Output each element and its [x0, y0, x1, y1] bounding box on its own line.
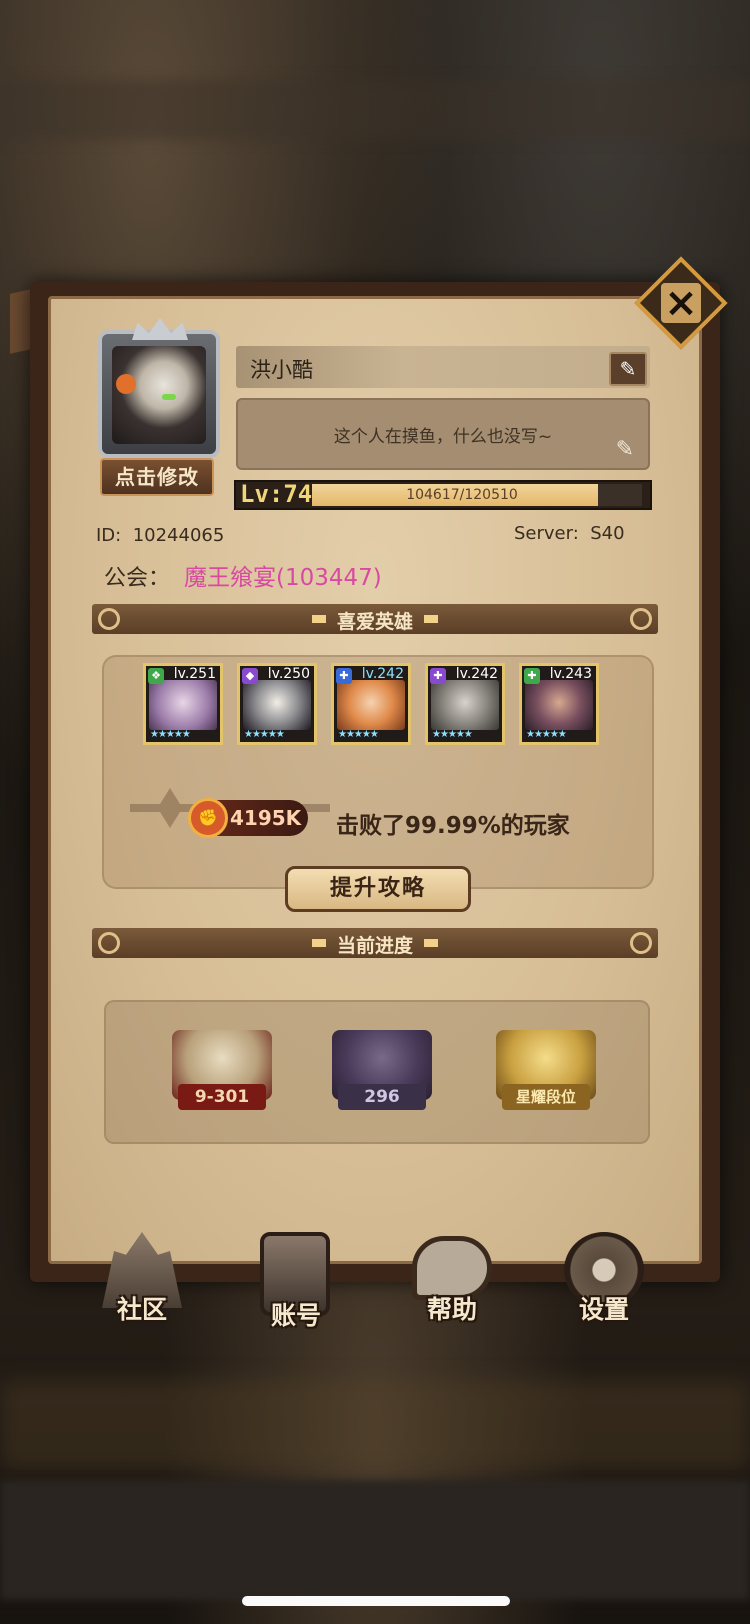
light-element-icon: ✚: [336, 668, 352, 684]
level-label: Lv:74: [240, 480, 313, 508]
hero-level: lv.251: [173, 666, 216, 682]
level-bar: Lv:74 104617/120510: [234, 480, 652, 510]
progress-title: 当前进度: [336, 935, 413, 957]
server: Server: S40: [514, 523, 625, 544]
close-icon: ×: [661, 280, 701, 326]
id-value: 10244065: [132, 525, 225, 546]
exp-text: 104617/120510: [406, 487, 518, 503]
edit-avatar-button[interactable]: 点击修改: [100, 458, 214, 496]
hero-stars: ★★★★★: [244, 729, 285, 740]
signature-text: 这个人在摸鱼，什么也没写~: [333, 427, 553, 447]
hero-portrait: [525, 680, 593, 730]
hero-card[interactable]: ◆ lv.250 ★★★★★: [237, 663, 317, 745]
nav-settings-label: 设置: [578, 1295, 629, 1324]
avatar-portrait: [112, 346, 206, 444]
arena-progress[interactable]: 星耀段位: [476, 1030, 616, 1116]
diamond-ornament-icon: [424, 615, 438, 623]
server-value: S40: [590, 523, 625, 544]
server-label: Server:: [514, 523, 579, 544]
nav-settings[interactable]: 设置: [554, 1232, 654, 1332]
hero-level: lv.242: [455, 666, 498, 682]
edit-name-button[interactable]: ✎: [609, 352, 647, 386]
curl-ornament-icon: [630, 608, 652, 630]
hero-level: lv.242: [361, 666, 404, 682]
nav-account-label: 账号: [270, 1301, 321, 1330]
background-top-bar: [0, 80, 750, 140]
favorite-heroes-title: 喜爱英雄: [336, 611, 413, 633]
hero-portrait: [149, 680, 217, 730]
hero-portrait: [431, 680, 499, 730]
guild-label: 公会：: [104, 566, 171, 591]
wind-element-icon: ✚: [524, 668, 540, 684]
hero-stars: ★★★★★: [150, 729, 191, 740]
signature-box[interactable]: 这个人在摸鱼，什么也没写~ ✎: [236, 398, 650, 470]
background-bottom-bar: [0, 1480, 750, 1600]
hero-card[interactable]: ✚ lv.242 ★★★★★: [331, 663, 411, 745]
nav-community[interactable]: 社区: [92, 1232, 192, 1332]
nav-help-label: 帮助: [426, 1295, 477, 1324]
nav-account[interactable]: 账号: [246, 1232, 346, 1332]
nav-community-label: 社区: [116, 1295, 167, 1324]
hero-stars: ★★★★★: [526, 729, 567, 740]
improve-strategy-button[interactable]: 提升攻略: [285, 866, 471, 912]
hero-stars: ★★★★★: [338, 729, 379, 740]
avatar[interactable]: [98, 318, 220, 458]
arena-rank: 星耀段位: [502, 1084, 590, 1110]
campaign-stage: 9-301: [178, 1084, 266, 1110]
home-indicator[interactable]: [242, 1596, 510, 1606]
tower-floor: 296: [338, 1084, 426, 1110]
pencil-icon: ✎: [619, 357, 637, 381]
hero-level: lv.250: [267, 666, 310, 682]
guild-name[interactable]: 魔王飨宴(103447): [184, 558, 382, 592]
hero-card[interactable]: ✚ lv.242 ★★★★★: [425, 663, 505, 745]
tower-progress[interactable]: 296: [312, 1030, 452, 1116]
curl-ornament-icon: [630, 932, 652, 954]
diamond-ornament-icon: [424, 939, 438, 947]
dark-element-icon: ◆: [242, 668, 258, 684]
hero-card[interactable]: ❖ lv.251 ★★★★★: [143, 663, 223, 745]
player-name-bar: 洪小酷: [236, 346, 650, 388]
wind-element-icon: ❖: [148, 668, 164, 684]
eye-icon: [162, 394, 176, 400]
hero-card[interactable]: ✚ lv.243 ★★★★★: [519, 663, 599, 745]
pencil-icon: ✎: [615, 437, 634, 462]
id-label: ID:: [96, 525, 122, 546]
nav-help[interactable]: 帮助: [402, 1232, 502, 1332]
progress-banner: 当前进度: [92, 928, 658, 958]
background-bottom-glow: [0, 1380, 750, 1470]
player-name: 洪小酷: [250, 358, 313, 382]
hero-stars: ★★★★★: [432, 729, 473, 740]
campaign-progress[interactable]: 9-301: [152, 1030, 292, 1116]
hero-portrait: [243, 680, 311, 730]
defeat-text: 击败了99.99%的玩家: [336, 813, 570, 839]
favorite-heroes-banner: 喜爱英雄: [92, 604, 658, 634]
flower-icon: [116, 374, 136, 394]
power-value: 4195K: [230, 806, 302, 830]
dark-element-icon: ✚: [430, 668, 446, 684]
player-id: ID: 10244065: [96, 525, 224, 546]
hero-level: lv.243: [549, 666, 592, 682]
fist-icon: ✊: [188, 798, 228, 838]
hero-portrait: [337, 680, 405, 730]
